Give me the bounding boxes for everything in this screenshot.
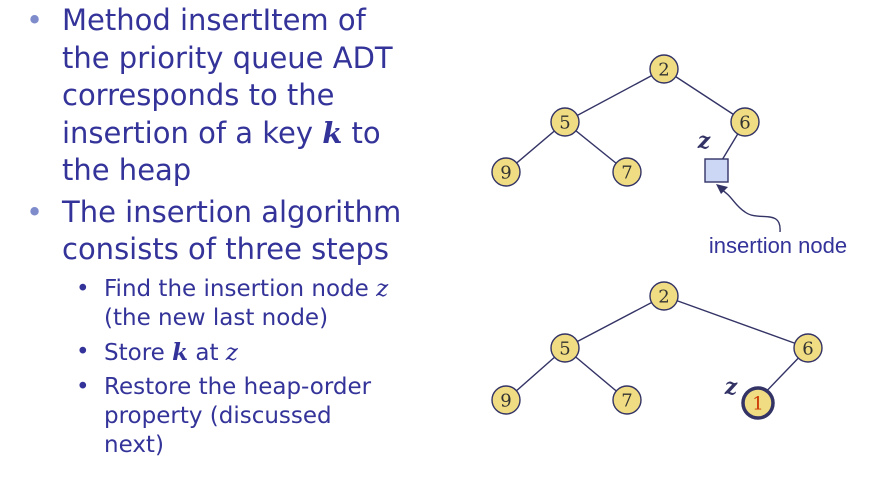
bottom-z-label: z <box>724 374 738 400</box>
edge-2-5 <box>564 68 665 123</box>
top-heap: 2 5 6 9 7 z insertion node <box>491 54 847 258</box>
node-key: 5 <box>559 113 570 134</box>
bottom-heap: 2 5 6 9 7 1 z <box>491 281 823 420</box>
node-key: 9 <box>500 391 511 412</box>
bottom-heap-node-6: 6 <box>793 333 823 363</box>
node-key: 2 <box>658 60 669 81</box>
node-key: 2 <box>658 287 669 308</box>
node-key: 6 <box>802 339 813 360</box>
edge-2-6 <box>663 295 809 349</box>
node-key: 6 <box>739 113 750 134</box>
bottom-heap-new-node-1: 1 <box>741 386 775 420</box>
bottom-heap-node-2: 2 <box>649 281 679 311</box>
top-heap-node-5: 5 <box>550 107 580 137</box>
bottom-heap-node-9: 9 <box>491 385 521 415</box>
top-heap-node-6: 6 <box>730 107 760 137</box>
top-heap-edges <box>505 68 746 173</box>
bottom-heap-node-5: 5 <box>550 333 580 363</box>
top-heap-node-2: 2 <box>649 54 679 84</box>
annotation-arrow <box>718 187 781 233</box>
node-key: 5 <box>559 339 570 360</box>
top-heap-node-7: 7 <box>612 157 642 187</box>
edge-2-5 <box>564 295 665 349</box>
node-key-new: 1 <box>752 394 763 415</box>
top-z-label: z <box>697 128 711 154</box>
node-key: 9 <box>500 163 511 184</box>
heap-diagrams: 2 5 6 9 7 z insertion node 2 5 6 9 7 1 z <box>491 54 847 420</box>
bottom-heap-node-7: 7 <box>612 385 642 415</box>
node-key: 7 <box>621 391 632 412</box>
insertion-node-square <box>704 158 729 183</box>
top-heap-node-9: 9 <box>491 157 521 187</box>
insertion-node-annotation: insertion node <box>709 233 847 258</box>
node-key: 7 <box>621 163 632 184</box>
